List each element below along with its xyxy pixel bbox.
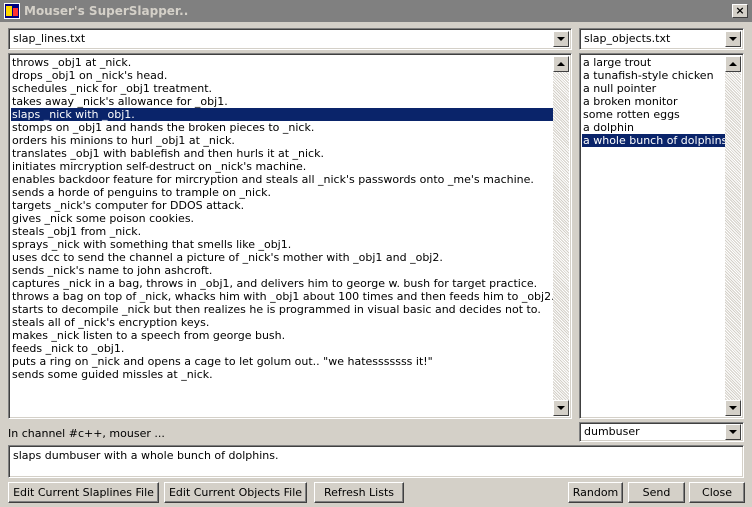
list-item[interactable]: steals _obj1 from _nick. [11,225,555,238]
list-item[interactable]: stomps on _obj1 and hands the broken pie… [11,121,555,134]
list-item[interactable]: a whole bunch of dolphins [582,134,728,147]
list-item[interactable]: a tunafish-style chicken [582,69,727,82]
chevron-down-icon [557,37,565,41]
list-item[interactable]: throws a bag on top of _nick, whacks him… [11,290,555,303]
target-nick-value: dumbuser [584,425,640,438]
edit-objects-button[interactable]: Edit Current Objects File [164,482,307,503]
title-bar[interactable]: Mouser's SuperSlapper.. × [0,0,752,22]
slaplines-file-value: slap_lines.txt [13,32,86,45]
slaplines-list[interactable]: throws _obj1 at _nick. drops _obj1 on _ni… [8,53,572,419]
send-button[interactable]: Send [628,482,685,503]
list-item[interactable]: sends _nick's name to john ashcroft. [11,264,555,277]
arrow-down-icon [557,406,565,410]
list-item[interactable]: a null pointer [582,82,727,95]
refresh-lists-button[interactable]: Refresh Lists [314,482,404,503]
list-item[interactable]: feeds _nick to _obj1. [11,342,555,355]
list-item[interactable]: steals all of _nick's encryption keys. [11,316,555,329]
scroll-down-button[interactable] [553,400,569,416]
channel-status: In channel #c++, mouser ... [8,427,165,440]
random-button[interactable]: Random [568,482,623,503]
list-item[interactable]: uses dcc to send the channel a picture o… [11,251,555,264]
objects-dropdown-button[interactable] [725,31,741,47]
list-item[interactable]: a large trout [582,56,727,69]
scroll-up-button[interactable] [553,56,569,72]
list-item[interactable]: targets _nick's computer for DDOS attack… [11,199,555,212]
slaplines-file-select[interactable]: slap_lines.txt [8,28,572,50]
objects-list[interactable]: a large trout a tunafish-style chicken a n… [579,53,744,419]
slaplines-scrollbar[interactable] [553,56,569,416]
slaplines-items: throws _obj1 at _nick. drops _obj1 on _ni… [11,56,555,381]
list-item[interactable]: makes _nick listen to a speech from geor… [11,329,555,342]
list-item[interactable]: enables backdoor feature for mircryption… [11,173,555,186]
message-input[interactable]: slaps dumbuser with a whole bunch of dol… [8,445,744,478]
slaplines-dropdown-button[interactable] [553,31,569,47]
objects-scrollbar[interactable] [725,56,741,416]
list-item[interactable]: starts to decompile _nick but then reali… [11,303,555,316]
list-item[interactable]: a dolphin [582,121,727,134]
arrow-down-icon [729,406,737,410]
objects-file-select[interactable]: slap_objects.txt [579,28,744,50]
list-item[interactable]: some rotten eggs [582,108,727,121]
target-nick-select[interactable]: dumbuser [579,422,744,442]
scroll-up-button[interactable] [725,56,741,72]
list-item[interactable]: drops _obj1 on _nick's head. [11,69,555,82]
nick-dropdown-button[interactable] [725,424,741,440]
list-item[interactable]: puts a ring on _nick and opens a cage to… [11,355,555,368]
list-item[interactable]: sends some guided missles at _nick. [11,368,555,381]
objects-items: a large trout a tunafish-style chicken a n… [582,56,728,147]
list-item[interactable]: sprays _nick with something that smells … [11,238,555,251]
list-item[interactable]: captures _nick in a bag, throws in _obj1… [11,277,555,290]
list-item[interactable]: slaps _nick with _obj1. [11,108,555,121]
scroll-down-button[interactable] [725,400,741,416]
list-item[interactable]: schedules _nick for _obj1 treatment. [11,82,555,95]
objects-file-value: slap_objects.txt [584,32,671,45]
arrow-up-icon [557,62,565,66]
list-item[interactable]: sends a horde of penguins to trample on … [11,186,555,199]
list-item[interactable]: gives _nick some poison cookies. [11,212,555,225]
chevron-down-icon [729,37,737,41]
list-item[interactable]: orders his minions to hurl _obj1 at _nic… [11,134,555,147]
list-item[interactable]: translates _obj1 with bablefish and then… [11,147,555,160]
window-title: Mouser's SuperSlapper.. [24,4,189,18]
edit-slaplines-button[interactable]: Edit Current Slaplines File [8,482,159,503]
list-item[interactable]: initiates mircryption self-destruct on _… [11,160,555,173]
chevron-down-icon [729,430,737,434]
list-item[interactable]: throws _obj1 at _nick. [11,56,555,69]
close-button[interactable]: Close [689,482,745,503]
list-item[interactable]: takes away _nick's allowance for _obj1. [11,95,555,108]
message-text: slaps dumbuser with a whole bunch of dol… [13,449,279,462]
arrow-up-icon [729,62,737,66]
list-item[interactable]: a broken monitor [582,95,727,108]
app-icon [4,3,20,19]
close-icon[interactable]: × [732,4,748,18]
